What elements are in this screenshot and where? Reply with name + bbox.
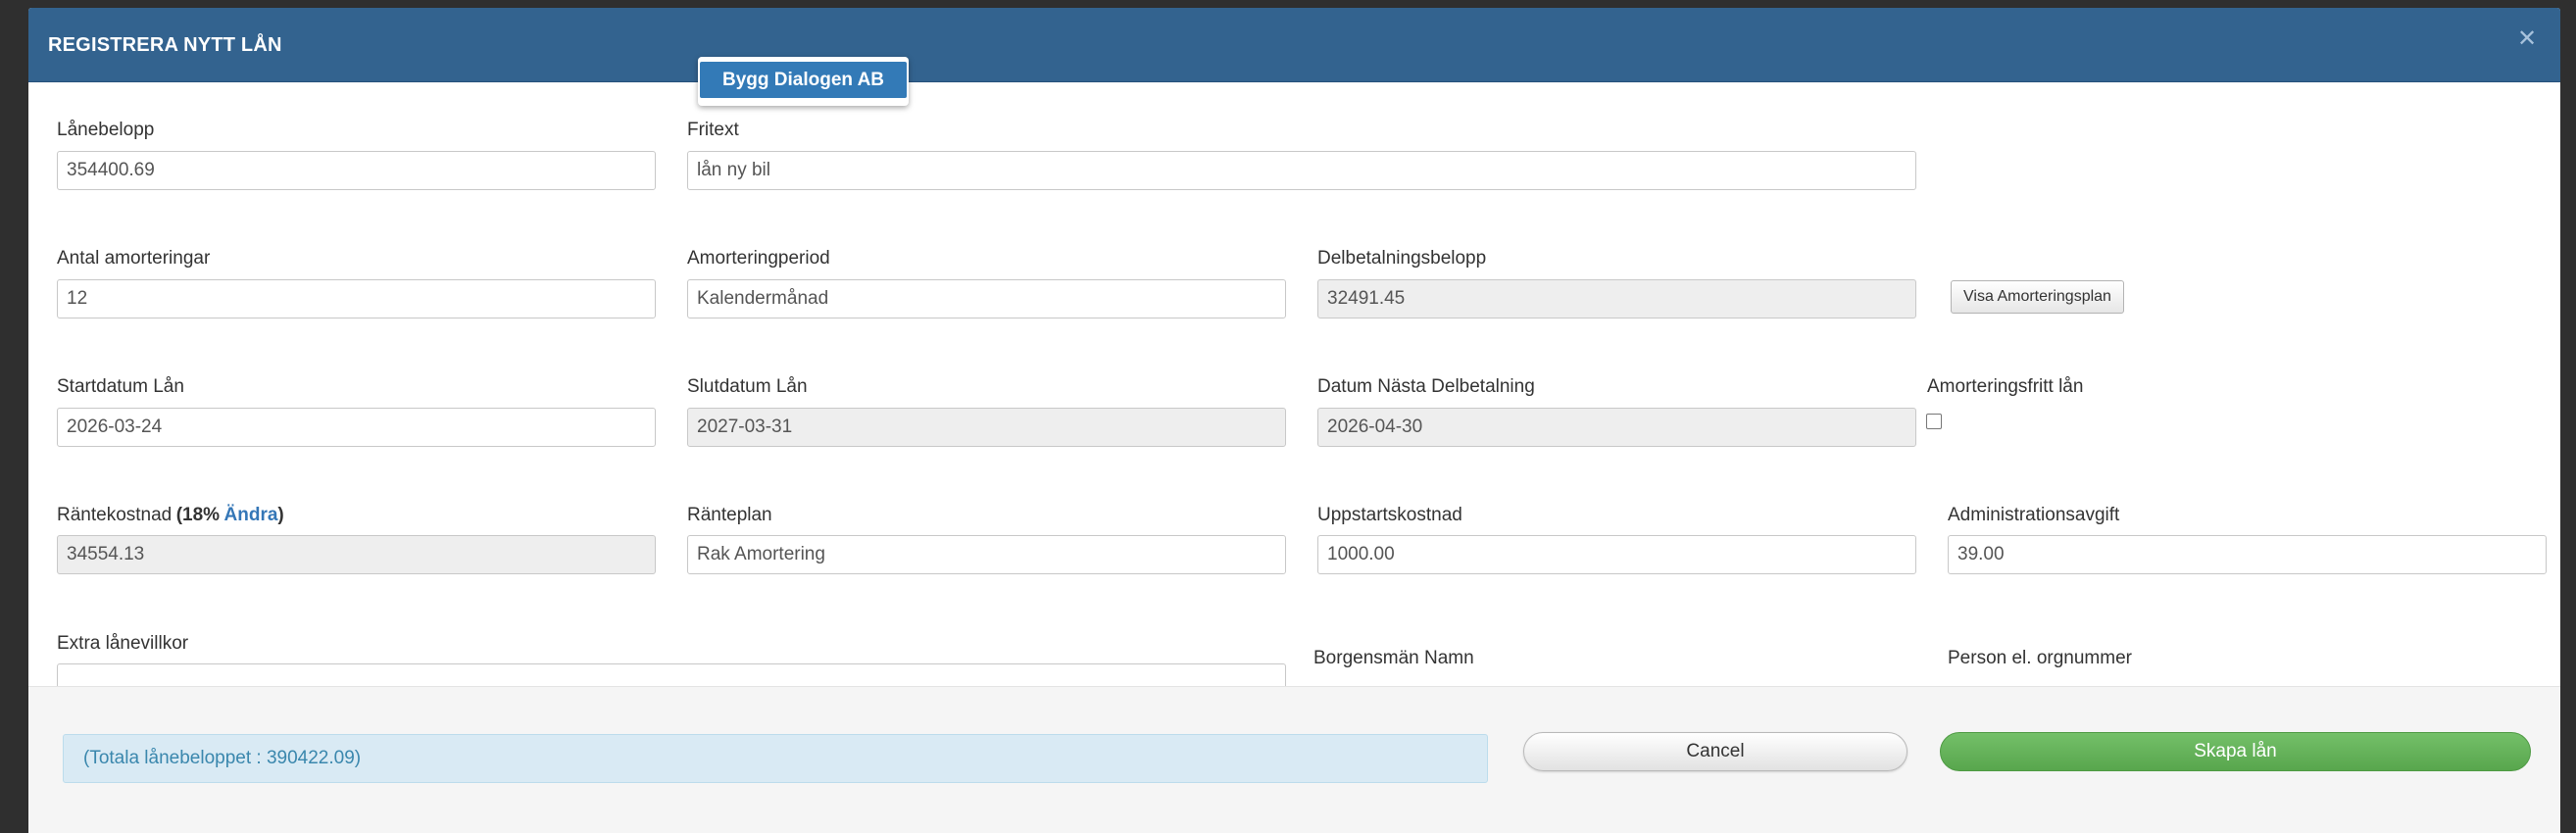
amortization-free-label-wrap: Amorteringsfritt lån [1927, 376, 2083, 398]
admin-fee-label: Administrationsavgift [1948, 505, 2120, 525]
guarantor-name-label-wrap: Borgensmän Namn [1313, 648, 1474, 669]
guarantor-name-label: Borgensmän Namn [1313, 648, 1474, 668]
extra-terms-label: Extra lånevillkor [57, 633, 189, 654]
interest-cost-label-wrap: Räntekostnad (18% Ändra) [57, 505, 284, 526]
end-date-input [687, 408, 1286, 447]
person-org-number-label-wrap: Person el. orgnummer [1948, 648, 2132, 669]
interest-rate-text: (18% [175, 505, 221, 525]
register-loan-modal: REGISTRERA NYTT LÅN ✕ Lånebelopp Fritext… [28, 8, 2560, 833]
loan-amount-label: Lånebelopp [57, 120, 155, 140]
company-item[interactable]: Bygg Dialogen AB [700, 62, 907, 98]
interest-rate-close: ) [277, 505, 284, 525]
installment-amount-input [1317, 279, 1916, 318]
loan-amount-label-wrap: Lånebelopp [57, 120, 154, 141]
interest-cost-label: Räntekostnad [57, 505, 173, 525]
cancel-button[interactable]: Cancel [1523, 732, 1907, 771]
person-org-number-label: Person el. orgnummer [1948, 648, 2132, 668]
create-loan-button[interactable]: Skapa lån [1940, 732, 2531, 771]
close-icon[interactable]: ✕ [2513, 25, 2541, 53]
installment-amount-label: Delbetalningsbelopp [1317, 248, 1487, 269]
amortization-period-label: Amorteringperiod [687, 248, 830, 269]
admin-fee-input[interactable] [1948, 535, 2547, 574]
amortization-period-select[interactable] [687, 279, 1286, 318]
total-loan-amount-info: (Totala lånebeloppet : 390422.09) [63, 734, 1488, 783]
amortization-free-checkbox[interactable] [1926, 414, 1942, 429]
free-text-label-wrap: Fritext [687, 120, 739, 141]
show-amortization-plan-button[interactable]: Visa Amorteringsplan [1951, 280, 2124, 314]
free-text-input[interactable] [687, 151, 1916, 190]
free-text-label: Fritext [687, 120, 739, 140]
start-date-label-wrap: Startdatum Lån [57, 376, 184, 398]
modal-header: REGISTRERA NYTT LÅN ✕ [28, 8, 2560, 82]
modal-footer: (Totala lånebeloppet : 390422.09) Cancel… [28, 686, 2560, 833]
company-popup: Bygg Dialogen AB [698, 57, 909, 106]
next-payment-date-label: Datum Nästa Delbetalning [1317, 376, 1535, 397]
installments-label: Antal amorteringar [57, 248, 211, 269]
interest-plan-label-wrap: Ränteplan [687, 505, 772, 526]
amortization-period-label-wrap: Amorteringperiod [687, 248, 830, 270]
change-rate-link[interactable]: Ändra [224, 505, 278, 525]
startup-cost-label: Uppstartskostnad [1317, 505, 1462, 525]
startup-cost-label-wrap: Uppstartskostnad [1317, 505, 1462, 526]
loan-amount-input[interactable] [57, 151, 656, 190]
next-payment-date-label-wrap: Datum Nästa Delbetalning [1317, 376, 1535, 398]
next-payment-date-input [1317, 408, 1916, 447]
admin-fee-label-wrap: Administrationsavgift [1948, 505, 2119, 526]
start-date-label: Startdatum Lån [57, 376, 184, 397]
installments-label-wrap: Antal amorteringar [57, 248, 210, 270]
amortization-free-label: Amorteringsfritt lån [1927, 376, 2084, 397]
installments-input[interactable] [57, 279, 656, 318]
interest-plan-label: Ränteplan [687, 505, 772, 525]
end-date-label-wrap: Slutdatum Lån [687, 376, 808, 398]
interest-plan-select[interactable] [687, 535, 1286, 574]
installment-amount-label-wrap: Delbetalningsbelopp [1317, 248, 1486, 270]
modal-title: REGISTRERA NYTT LÅN [48, 34, 282, 56]
extra-terms-label-wrap: Extra lånevillkor [57, 633, 188, 655]
interest-cost-input [57, 535, 656, 574]
end-date-label: Slutdatum Lån [687, 376, 808, 397]
start-date-input[interactable] [57, 408, 656, 447]
startup-cost-input[interactable] [1317, 535, 1916, 574]
